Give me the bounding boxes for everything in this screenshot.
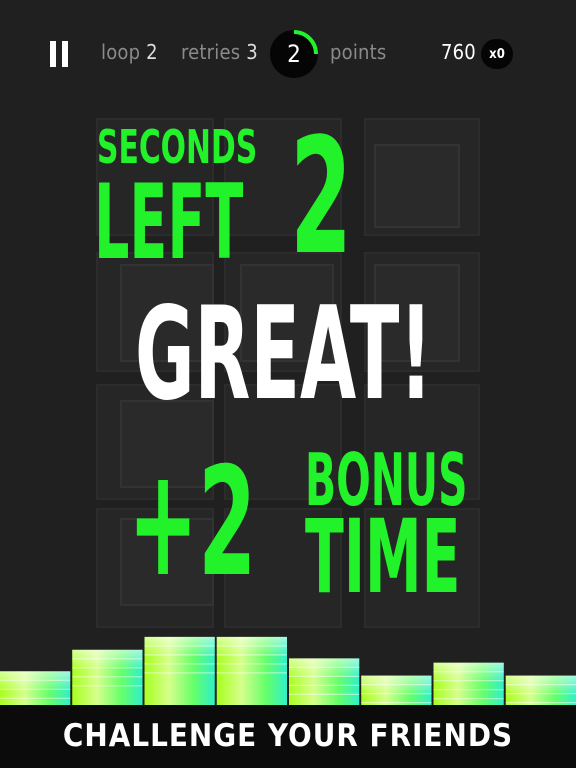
loop-label: loop bbox=[101, 40, 141, 64]
retries-counter: retries 3 bbox=[181, 40, 258, 64]
bonus-time-value: +2 bbox=[128, 436, 257, 610]
equalizer-bar-shine bbox=[433, 662, 504, 683]
equalizer-bar-shine bbox=[144, 636, 215, 657]
challenge-banner[interactable]: CHALLENGE YOUR FRIENDS bbox=[0, 705, 576, 768]
retries-label: retries bbox=[181, 40, 241, 64]
equalizer-bar-shine bbox=[289, 658, 360, 679]
pause-icon[interactable] bbox=[44, 36, 76, 72]
left-label: LEFT bbox=[94, 163, 244, 283]
retries-value: 3 bbox=[246, 40, 258, 64]
time-label: TIME bbox=[305, 498, 461, 617]
equalizer-bar-shine bbox=[216, 636, 287, 657]
equalizer-bars bbox=[0, 636, 576, 710]
equalizer-bar-shine bbox=[361, 675, 432, 696]
equalizer-bar-shine bbox=[0, 671, 71, 692]
loop-counter: loop 2 bbox=[101, 40, 158, 64]
timer-ring: 2 bbox=[268, 28, 320, 80]
equalizer-bar-shine bbox=[72, 649, 143, 670]
equalizer-bar-shine bbox=[505, 675, 576, 696]
points-label: points bbox=[330, 40, 387, 64]
loop-value: 2 bbox=[146, 40, 158, 64]
seconds-left-value: 2 bbox=[290, 103, 353, 290]
tile[interactable] bbox=[374, 144, 460, 228]
feedback-message: GREAT! bbox=[135, 280, 433, 429]
multiplier-badge: x0 bbox=[481, 39, 513, 69]
score-value: 760 bbox=[441, 40, 476, 64]
timer-value: 2 bbox=[287, 40, 301, 68]
